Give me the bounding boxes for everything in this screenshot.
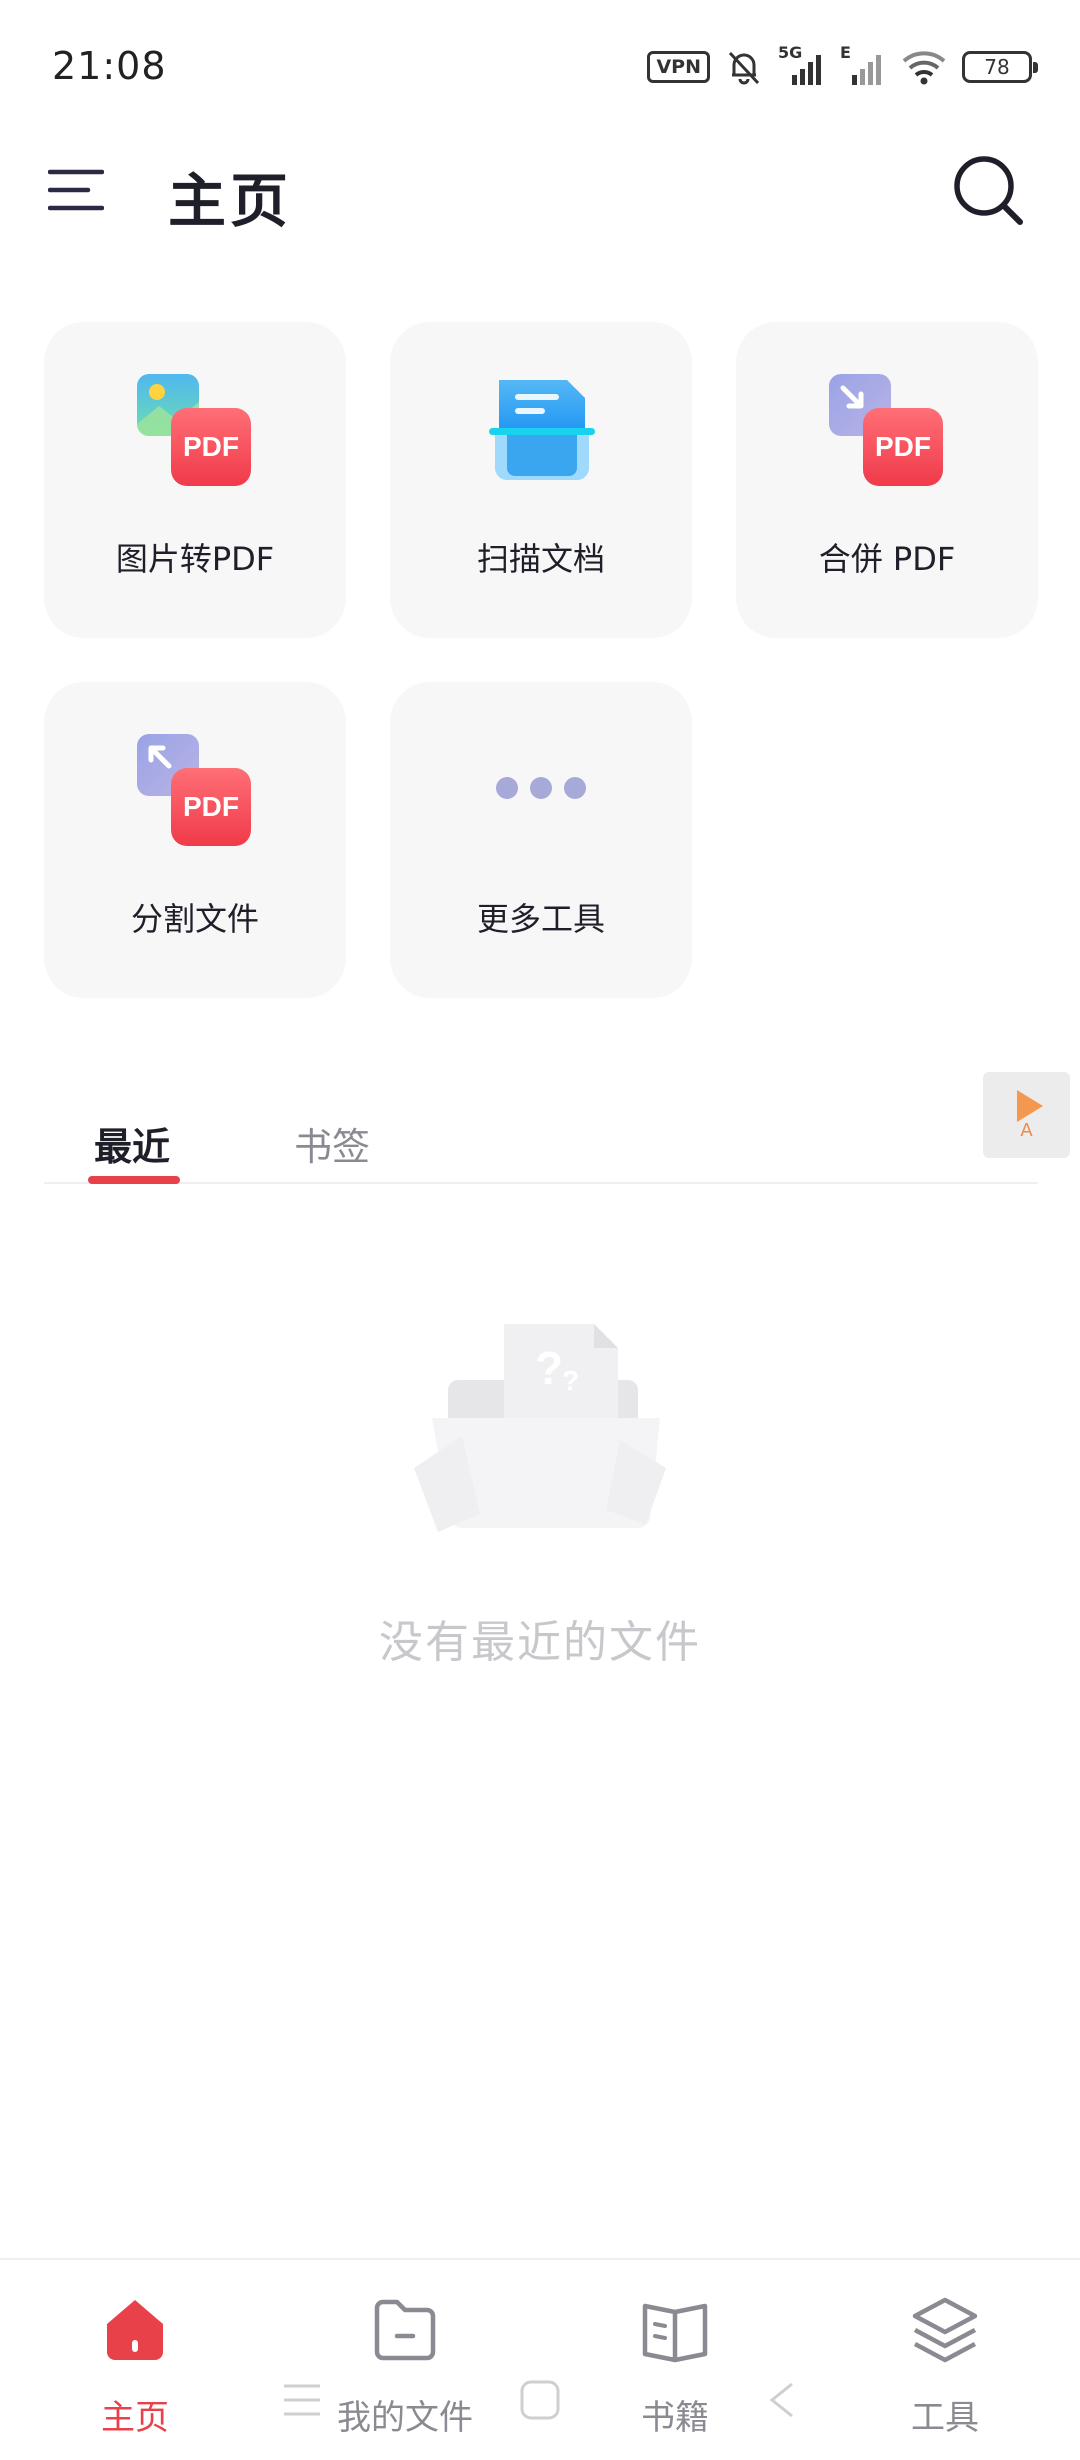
merge-pdf-icon: PDF	[829, 374, 943, 486]
system-home-icon[interactable]	[518, 2380, 562, 2420]
bottom-nav: 主页 我的文件 书籍 工具	[0, 2258, 1080, 2460]
status-time: 21:08	[52, 44, 167, 88]
svg-text:?: ?	[562, 1365, 579, 1396]
nav-books[interactable]: 书籍	[540, 2260, 810, 2460]
image-to-pdf-badge: PDF	[183, 431, 239, 462]
nav-my-files[interactable]: 我的文件	[270, 2260, 540, 2460]
search-icon	[954, 156, 1023, 225]
search-button[interactable]	[952, 154, 1026, 228]
tab-indicator	[88, 1176, 180, 1184]
split-file-badge: PDF	[183, 791, 239, 822]
svg-text:?: ?	[535, 1342, 563, 1394]
image-to-pdf-icon: PDF	[137, 374, 251, 486]
empty-folder-question-icon: ? ?	[414, 1324, 666, 1532]
system-back-icon[interactable]	[764, 2380, 800, 2420]
merge-pdf-badge: PDF	[875, 431, 931, 462]
tool-card-merge-pdf[interactable]: PDF 合併 PDF	[736, 322, 1038, 638]
more-dots-icon	[496, 777, 586, 799]
tool-label: 更多工具	[476, 900, 605, 938]
folder-icon	[374, 2299, 436, 2361]
tool-label: 图片转PDF	[115, 540, 275, 578]
tool-label: 分割文件	[130, 900, 259, 938]
split-file-icon: PDF	[137, 734, 251, 846]
empty-state-text: 没有最近的文件	[379, 1617, 701, 1668]
tool-card-image-to-pdf[interactable]: PDF 图片转PDF	[44, 322, 346, 638]
status-icons: VPN 5G E 78	[647, 43, 1038, 88]
nav-label: 工具	[911, 2398, 979, 2438]
recent-bookmark-tabs: 最近 书签	[44, 1070, 1038, 1184]
tool-card-scan-document[interactable]: 扫描文档	[390, 322, 692, 638]
menu-button[interactable]	[47, 166, 105, 216]
tool-card-split-file[interactable]: PDF 分割文件	[44, 682, 346, 998]
status-bar: 21:08 VPN 5G E 78	[0, 0, 1080, 136]
bell-muted-icon	[728, 51, 760, 85]
book-icon	[642, 2303, 708, 2363]
home-icon	[107, 2300, 163, 2360]
vpn-icon: VPN	[647, 51, 710, 83]
tool-label: 扫描文档	[476, 540, 605, 578]
hamburger-menu-icon	[47, 169, 105, 211]
wifi-icon	[902, 51, 946, 85]
nav-label: 主页	[101, 2398, 169, 2438]
app-header: 主页	[0, 136, 1080, 246]
page-title: 主页	[168, 167, 293, 235]
signal-5g-icon: 5G	[778, 43, 826, 87]
scan-document-icon	[489, 380, 595, 480]
system-recents-icon[interactable]	[280, 2380, 324, 2420]
signal-e-icon: E	[840, 43, 886, 87]
battery-icon: 78	[962, 51, 1038, 83]
tab-bookmark[interactable]: 书签	[294, 1116, 370, 1171]
nav-home[interactable]: 主页	[0, 2260, 270, 2460]
layers-icon	[912, 2297, 978, 2363]
nav-tools[interactable]: 工具	[810, 2260, 1080, 2460]
tool-label: 合併 PDF	[818, 540, 956, 578]
tab-recent[interactable]: 最近	[94, 1116, 170, 1171]
tool-card-more-tools[interactable]: 更多工具	[390, 682, 692, 998]
